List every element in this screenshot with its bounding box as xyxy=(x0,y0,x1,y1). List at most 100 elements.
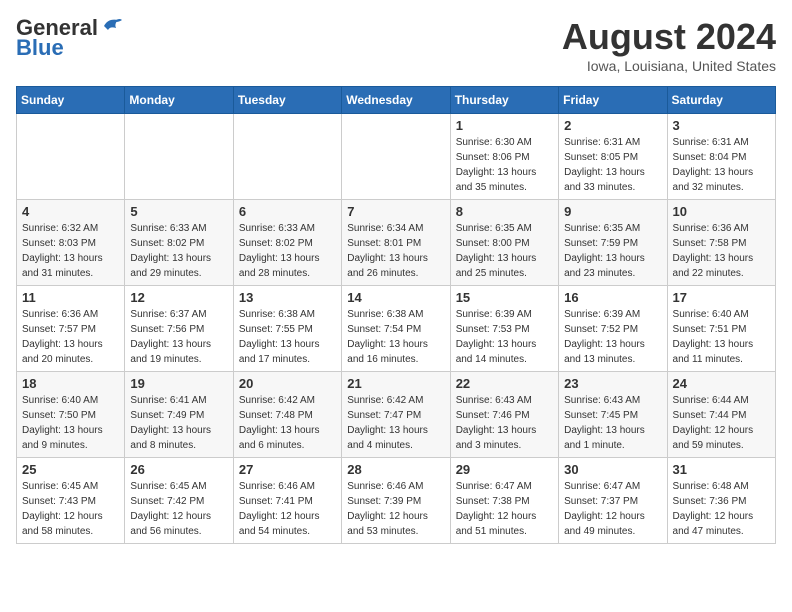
calendar-cell: 6Sunrise: 6:33 AM Sunset: 8:02 PM Daylig… xyxy=(233,200,341,286)
calendar-week-row: 11 Sunrise: 6:36 AM Sunset: 7:57 PM Dayli… xyxy=(17,286,776,372)
day-number: 24 xyxy=(673,376,770,391)
calendar-cell: 24 Sunrise: 6:44 AM Sunset: 7:44 PM Dayli… xyxy=(667,372,775,458)
day-of-week-header: Monday xyxy=(125,87,233,114)
calendar-cell: 20Sunrise: 6:42 AM Sunset: 7:48 PM Dayli… xyxy=(233,372,341,458)
calendar-table: SundayMondayTuesdayWednesdayThursdayFrid… xyxy=(16,86,776,544)
day-of-week-header: Wednesday xyxy=(342,87,450,114)
day-number: 11 xyxy=(22,290,119,305)
title-block: August 2024 Iowa, Louisiana, United Stat… xyxy=(562,16,776,74)
calendar-cell: 17 Sunrise: 6:40 AM Sunset: 7:51 PM Dayli… xyxy=(667,286,775,372)
day-info: Sunrise: 6:37 AM Sunset: 7:56 PM Dayligh… xyxy=(130,307,227,367)
calendar-cell: 15 Sunrise: 6:39 AM Sunset: 7:53 PM Dayli… xyxy=(450,286,558,372)
calendar-week-row: 25Sunrise: 6:45 AM Sunset: 7:43 PM Dayli… xyxy=(17,458,776,544)
day-info: Sunrise: 6:43 AM Sunset: 7:46 PM Dayligh… xyxy=(456,393,553,453)
calendar-cell: 13 Sunrise: 6:38 AM Sunset: 7:55 PM Dayli… xyxy=(233,286,341,372)
day-info: Sunrise: 6:47 AM Sunset: 7:38 PM Dayligh… xyxy=(456,479,553,539)
day-number: 30 xyxy=(564,462,661,477)
day-of-week-header: Tuesday xyxy=(233,87,341,114)
day-info: Sunrise: 6:39 AM Sunset: 7:52 PM Dayligh… xyxy=(564,307,661,367)
day-info: Sunrise: 6:39 AM Sunset: 7:53 PM Dayligh… xyxy=(456,307,553,367)
calendar-cell: 22 Sunrise: 6:43 AM Sunset: 7:46 PM Dayli… xyxy=(450,372,558,458)
day-info: Sunrise: 6:43 AM Sunset: 7:45 PM Dayligh… xyxy=(564,393,661,453)
day-number: 12 xyxy=(130,290,227,305)
calendar-cell: 19 Sunrise: 6:41 AM Sunset: 7:49 PM Dayli… xyxy=(125,372,233,458)
calendar-cell: 12 Sunrise: 6:37 AM Sunset: 7:56 PM Dayli… xyxy=(125,286,233,372)
day-number: 7 xyxy=(347,204,444,219)
day-of-week-header: Thursday xyxy=(450,87,558,114)
day-number: 25 xyxy=(22,462,119,477)
day-info: Sunrise: 6:33 AM Sunset: 8:02 PM Dayligh… xyxy=(130,221,227,281)
day-info: Sunrise: 6:35 AM Sunset: 8:00 PM Dayligh… xyxy=(456,221,553,281)
day-number: 23 xyxy=(564,376,661,391)
day-info: Sunrise: 6:42 AM Sunset: 7:47 PM Dayligh… xyxy=(347,393,444,453)
day-number: 2 xyxy=(564,118,661,133)
day-number: 18 xyxy=(22,376,119,391)
day-number: 17 xyxy=(673,290,770,305)
day-number: 10 xyxy=(673,204,770,219)
calendar-cell xyxy=(17,114,125,200)
day-info: Sunrise: 6:34 AM Sunset: 8:01 PM Dayligh… xyxy=(347,221,444,281)
calendar-cell: 3 Sunrise: 6:31 AM Sunset: 8:04 PM Daylig… xyxy=(667,114,775,200)
calendar-cell: 11 Sunrise: 6:36 AM Sunset: 7:57 PM Dayli… xyxy=(17,286,125,372)
logo-bird-icon xyxy=(100,16,122,36)
day-number: 28 xyxy=(347,462,444,477)
day-number: 27 xyxy=(239,462,336,477)
day-info: Sunrise: 6:31 AM Sunset: 8:05 PM Dayligh… xyxy=(564,135,661,195)
calendar-cell xyxy=(233,114,341,200)
day-info: Sunrise: 6:31 AM Sunset: 8:04 PM Dayligh… xyxy=(673,135,770,195)
calendar-cell: 26 Sunrise: 6:45 AM Sunset: 7:42 PM Dayli… xyxy=(125,458,233,544)
calendar-cell: 8 Sunrise: 6:35 AM Sunset: 8:00 PM Daylig… xyxy=(450,200,558,286)
day-info: Sunrise: 6:42 AM Sunset: 7:48 PM Dayligh… xyxy=(239,393,336,453)
day-info: Sunrise: 6:36 AM Sunset: 7:57 PM Dayligh… xyxy=(22,307,119,367)
day-number: 3 xyxy=(673,118,770,133)
day-info: Sunrise: 6:41 AM Sunset: 7:49 PM Dayligh… xyxy=(130,393,227,453)
day-info: Sunrise: 6:40 AM Sunset: 7:51 PM Dayligh… xyxy=(673,307,770,367)
day-info: Sunrise: 6:38 AM Sunset: 7:55 PM Dayligh… xyxy=(239,307,336,367)
day-info: Sunrise: 6:45 AM Sunset: 7:42 PM Dayligh… xyxy=(130,479,227,539)
day-number: 16 xyxy=(564,290,661,305)
day-info: Sunrise: 6:33 AM Sunset: 8:02 PM Dayligh… xyxy=(239,221,336,281)
day-info: Sunrise: 6:46 AM Sunset: 7:39 PM Dayligh… xyxy=(347,479,444,539)
calendar-cell: 7 Sunrise: 6:34 AM Sunset: 8:01 PM Daylig… xyxy=(342,200,450,286)
calendar-week-row: 4 Sunrise: 6:32 AM Sunset: 8:03 PM Daylig… xyxy=(17,200,776,286)
day-of-week-header: Friday xyxy=(559,87,667,114)
day-of-week-header: Sunday xyxy=(17,87,125,114)
day-of-week-header: Saturday xyxy=(667,87,775,114)
calendar-cell: 16 Sunrise: 6:39 AM Sunset: 7:52 PM Dayli… xyxy=(559,286,667,372)
day-info: Sunrise: 6:38 AM Sunset: 7:54 PM Dayligh… xyxy=(347,307,444,367)
day-info: Sunrise: 6:30 AM Sunset: 8:06 PM Dayligh… xyxy=(456,135,553,195)
calendar-cell: 9Sunrise: 6:35 AM Sunset: 7:59 PM Daylig… xyxy=(559,200,667,286)
calendar-cell xyxy=(125,114,233,200)
calendar-cell: 10Sunrise: 6:36 AM Sunset: 7:58 PM Dayli… xyxy=(667,200,775,286)
day-number: 4 xyxy=(22,204,119,219)
main-title: August 2024 xyxy=(562,16,776,58)
day-info: Sunrise: 6:32 AM Sunset: 8:03 PM Dayligh… xyxy=(22,221,119,281)
calendar-cell: 2 Sunrise: 6:31 AM Sunset: 8:05 PM Daylig… xyxy=(559,114,667,200)
calendar-cell: 1 Sunrise: 6:30 AM Sunset: 8:06 PM Daylig… xyxy=(450,114,558,200)
day-number: 19 xyxy=(130,376,227,391)
calendar-cell: 29 Sunrise: 6:47 AM Sunset: 7:38 PM Dayli… xyxy=(450,458,558,544)
day-number: 31 xyxy=(673,462,770,477)
day-info: Sunrise: 6:47 AM Sunset: 7:37 PM Dayligh… xyxy=(564,479,661,539)
subtitle: Iowa, Louisiana, United States xyxy=(562,58,776,74)
calendar-cell: 31 Sunrise: 6:48 AM Sunset: 7:36 PM Dayli… xyxy=(667,458,775,544)
day-info: Sunrise: 6:46 AM Sunset: 7:41 PM Dayligh… xyxy=(239,479,336,539)
day-info: Sunrise: 6:44 AM Sunset: 7:44 PM Dayligh… xyxy=(673,393,770,453)
calendar-cell: 30 Sunrise: 6:47 AM Sunset: 7:37 PM Dayli… xyxy=(559,458,667,544)
day-number: 1 xyxy=(456,118,553,133)
calendar-cell: 5Sunrise: 6:33 AM Sunset: 8:02 PM Daylig… xyxy=(125,200,233,286)
day-info: Sunrise: 6:48 AM Sunset: 7:36 PM Dayligh… xyxy=(673,479,770,539)
day-number: 29 xyxy=(456,462,553,477)
calendar-cell: 21Sunrise: 6:42 AM Sunset: 7:47 PM Dayli… xyxy=(342,372,450,458)
day-info: Sunrise: 6:40 AM Sunset: 7:50 PM Dayligh… xyxy=(22,393,119,453)
calendar-week-row: 1 Sunrise: 6:30 AM Sunset: 8:06 PM Daylig… xyxy=(17,114,776,200)
day-info: Sunrise: 6:35 AM Sunset: 7:59 PM Dayligh… xyxy=(564,221,661,281)
calendar-cell: 14Sunrise: 6:38 AM Sunset: 7:54 PM Dayli… xyxy=(342,286,450,372)
day-number: 15 xyxy=(456,290,553,305)
day-number: 26 xyxy=(130,462,227,477)
day-number: 13 xyxy=(239,290,336,305)
day-number: 22 xyxy=(456,376,553,391)
day-number: 8 xyxy=(456,204,553,219)
calendar-cell: 4 Sunrise: 6:32 AM Sunset: 8:03 PM Daylig… xyxy=(17,200,125,286)
calendar-week-row: 18 Sunrise: 6:40 AM Sunset: 7:50 PM Dayli… xyxy=(17,372,776,458)
